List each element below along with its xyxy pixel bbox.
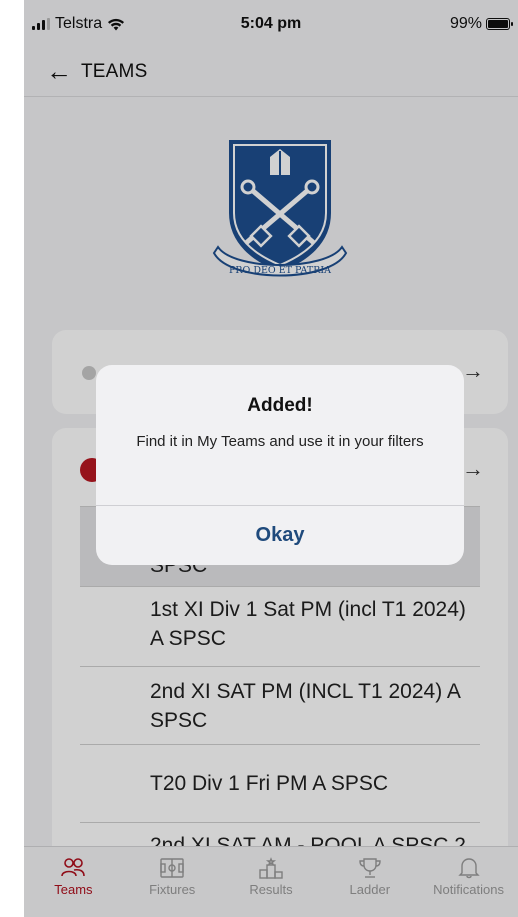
alert-message: Find it in My Teams and use it in your f… — [136, 433, 424, 450]
added-alert-dialog: Added! Find it in My Teams and use it in… — [96, 365, 464, 565]
app-screen: Telstra 5:04 pm 99% ← TEAMS PRO DEO ET P… — [24, 0, 518, 917]
okay-button[interactable]: Okay — [96, 506, 464, 565]
alert-title: Added! — [247, 395, 313, 416]
